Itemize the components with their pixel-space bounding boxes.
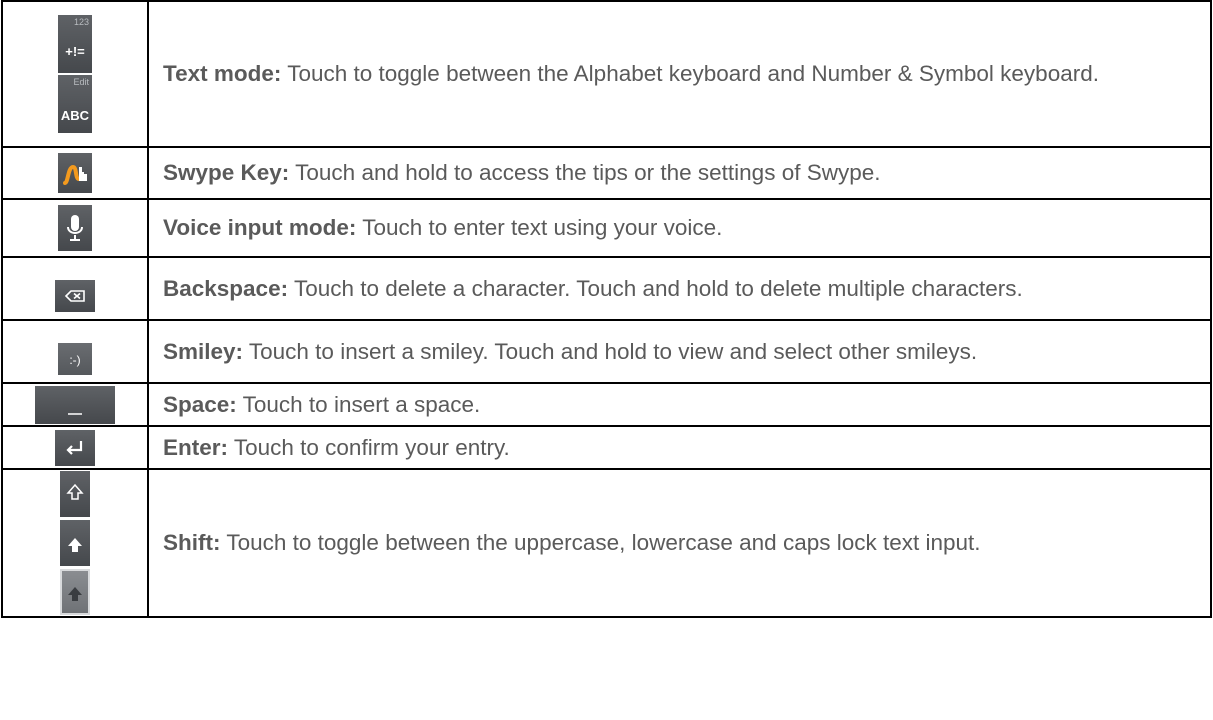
table-row: Voice input mode: Touch to enter text us… [1,198,1212,258]
term-label: Text mode: [163,61,282,86]
icon-cell [1,146,149,200]
description-cell: Voice input mode: Touch to enter text us… [147,198,1212,258]
term-label: Space: [163,391,237,417]
table-row: Space: Touch to insert a space. [1,382,1212,427]
description-cell: Space: Touch to insert a space. [147,382,1212,427]
description-text: Touch to toggle between the uppercase, l… [220,530,981,555]
icon-cell [1,468,149,618]
icon-cell [1,382,149,427]
microphone-icon [58,205,92,251]
term-label: Enter: [163,434,229,460]
shift-uppercase-key [60,520,90,566]
description-text: Touch to insert a smiley. Touch and hold… [243,338,978,364]
table-row: 123 +!= Edit ABC Text mode: Touch to tog… [1,0,1212,148]
keyboard-keys-table: 123 +!= Edit ABC Text mode: Touch to tog… [1,0,1212,618]
description-text: Touch to toggle between the Alphabet key… [281,61,1099,86]
description-text: Touch to delete a character. Touch and h… [288,275,1023,301]
description-cell: Shift: Touch to toggle between the upper… [147,468,1212,618]
description-cell: Text mode: Touch to toggle between the A… [147,0,1212,148]
text-mode-key-icon: 123 +!= Edit ABC [58,15,92,133]
description-text: Touch and hold to access the tips or the… [289,160,881,185]
description-text: Touch to enter text using your voice. [356,215,723,240]
term-label: Backspace: [163,275,289,301]
icon-cell [1,198,149,258]
term-label: Shift: [163,530,221,555]
table-row: Shift: Touch to toggle between the upper… [1,468,1212,618]
icon-cell [1,256,149,321]
table-row: :-) Smiley: Touch to insert a smiley. To… [1,319,1212,384]
icon-cell: 123 +!= Edit ABC [1,0,149,148]
space-key-icon [35,385,115,424]
description-cell: Backspace: Touch to delete a character. … [147,256,1212,321]
backspace-icon [55,279,95,312]
description-text: Touch to insert a space. [236,391,481,417]
description-cell: Enter: Touch to confirm your entry. [147,425,1212,470]
description-cell: Swype Key: Touch and hold to access the … [147,146,1212,200]
term-label: Swype Key: [163,160,290,185]
enter-key-icon [55,429,95,466]
description-text: Touch to confirm your entry. [228,434,510,460]
smiley-key-icon: :-) [58,342,92,375]
number-symbol-key: 123 +!= [58,15,92,73]
table-row: Swype Key: Touch and hold to access the … [1,146,1212,200]
term-label: Smiley: [163,338,244,364]
table-row: Backspace: Touch to delete a character. … [1,256,1212,321]
alphabet-key: Edit ABC [58,75,92,133]
term-label: Voice input mode: [163,215,357,240]
icon-cell: :-) [1,319,149,384]
shift-caps-lock-key [60,569,90,615]
table-row: Enter: Touch to confirm your entry. [1,425,1212,470]
description-cell: Smiley: Touch to insert a smiley. Touch … [147,319,1212,384]
shift-lowercase-key [60,471,90,517]
icon-cell [1,425,149,470]
swype-key-icon [58,153,92,193]
shift-key-icon [60,471,90,615]
